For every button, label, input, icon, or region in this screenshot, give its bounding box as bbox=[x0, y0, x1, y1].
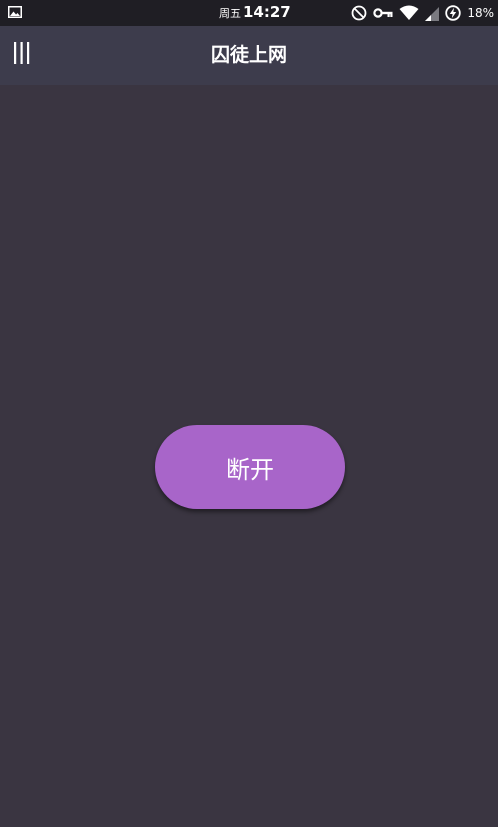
wifi-icon bbox=[399, 5, 419, 20]
disconnect-button[interactable]: 断开 bbox=[155, 425, 345, 509]
status-time: 14:27 bbox=[243, 3, 291, 21]
battery-percentage: 18% bbox=[467, 6, 494, 20]
status-day: 周五 bbox=[219, 7, 241, 20]
signal-icon bbox=[425, 7, 440, 21]
do-not-disturb-icon bbox=[351, 5, 367, 21]
status-icons: 18% bbox=[351, 3, 494, 23]
page-title: 囚徒上网 bbox=[210, 44, 287, 66]
status-bar: 周五 14:27 18% bbox=[0, 0, 498, 26]
app-screen: 周五 14:27 18% 囚徒上网 断开 bbox=[0, 0, 498, 827]
image-icon bbox=[8, 6, 22, 18]
menu-icon[interactable] bbox=[10, 40, 34, 66]
status-clock: 周五 14:27 bbox=[219, 3, 291, 23]
battery-charging-icon bbox=[445, 5, 462, 21]
vpn-key-icon bbox=[373, 8, 393, 18]
app-bar: 囚徒上网 bbox=[0, 26, 498, 85]
